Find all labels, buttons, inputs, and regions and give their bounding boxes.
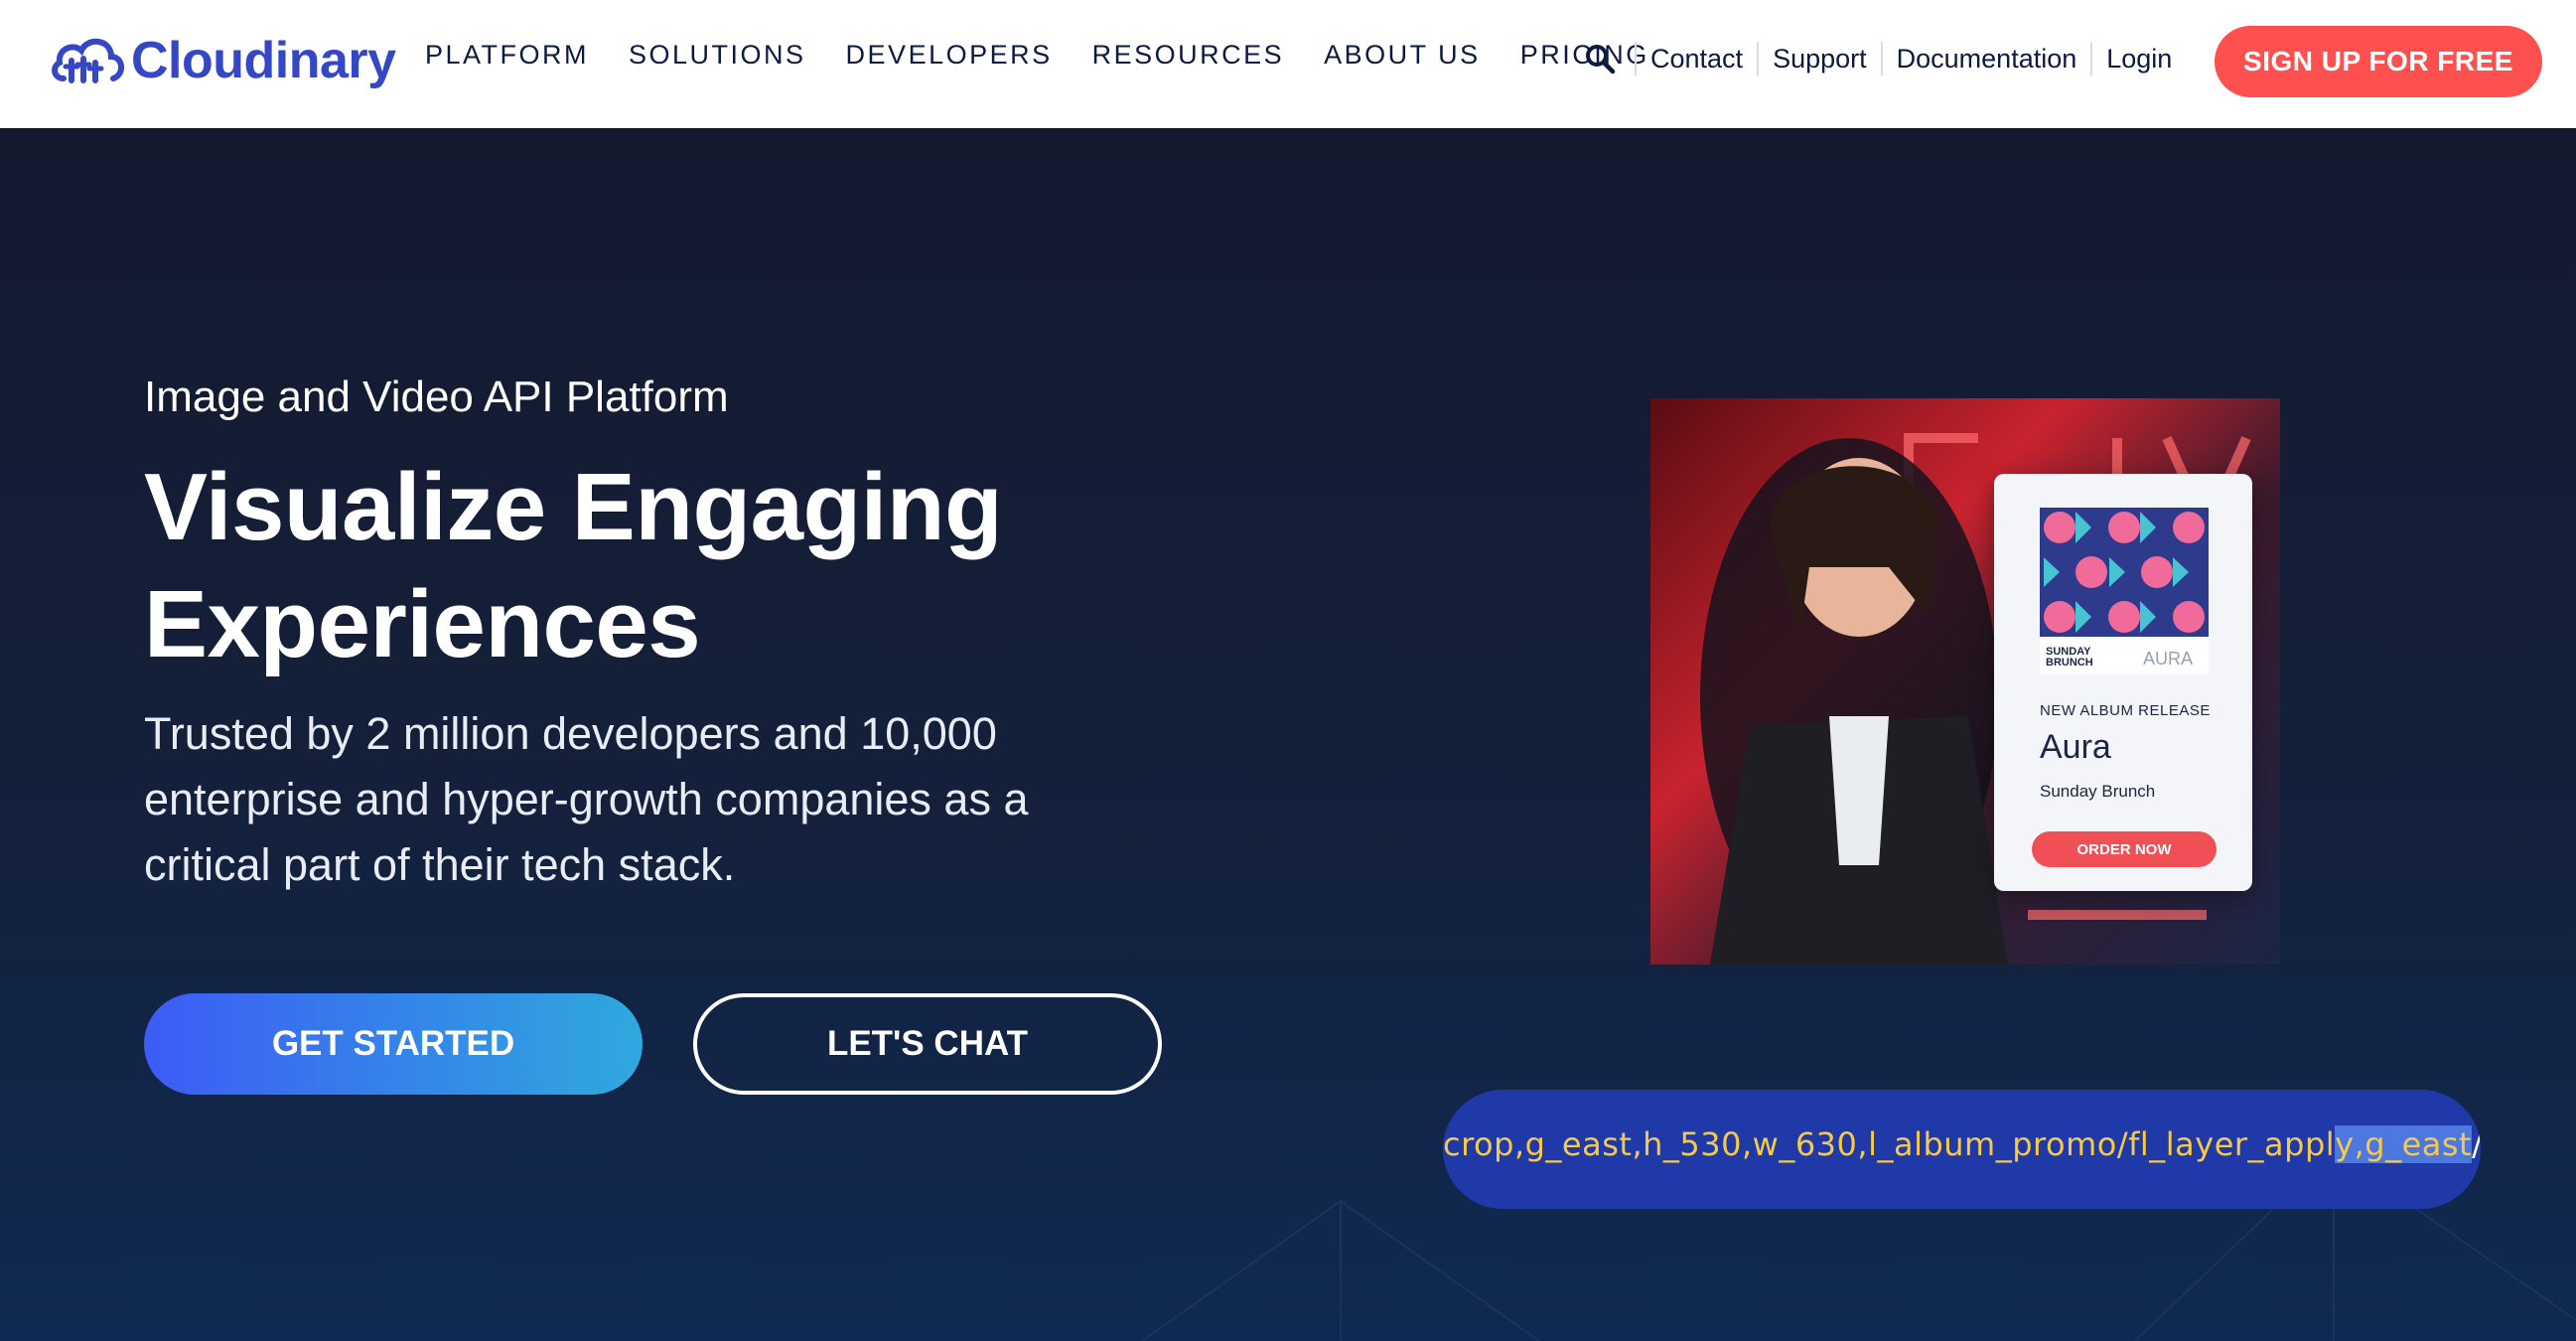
nav-about-us[interactable]: ABOUT US bbox=[1324, 40, 1481, 71]
search-icon[interactable] bbox=[1583, 42, 1617, 75]
album-release-label: NEW ALBUM RELEASE bbox=[2040, 702, 2211, 719]
album-artist: Sunday Brunch bbox=[2040, 782, 2156, 801]
order-now-button[interactable]: ORDER NOW bbox=[2032, 831, 2217, 867]
url-text-highlight: y,g_east bbox=[2335, 1125, 2473, 1163]
hero-section: Image and Video API Platform Visualize E… bbox=[0, 128, 2576, 1341]
album-promo-card: SUNDAY BRUNCH AURA NEW ALBUM RELEASE Aur… bbox=[1994, 474, 2252, 891]
album-art-tag: SUNDAY BRUNCH bbox=[2046, 646, 2093, 669]
hero-description: Trusted by 2 million developers and 10,0… bbox=[144, 708, 1029, 890]
login-link[interactable]: Login bbox=[2090, 42, 2186, 75]
nav-solutions[interactable]: SOLUTIONS bbox=[629, 40, 806, 71]
support-link[interactable]: Support bbox=[1757, 42, 1881, 75]
geometric-pattern-graphic bbox=[2040, 508, 2209, 637]
documentation-link[interactable]: Documentation bbox=[1880, 42, 2091, 75]
sign-up-button[interactable]: SIGN UP FOR FREE bbox=[2215, 26, 2542, 97]
album-art-label: AURA bbox=[2143, 649, 2194, 669]
hero-headline: Visualize Engaging Experiences bbox=[144, 454, 1003, 677]
logo[interactable]: Cloudinary bbox=[50, 24, 396, 97]
hero-eyebrow: Image and Video API Platform bbox=[144, 372, 729, 421]
hero-media-image: SUNDAY BRUNCH AURA NEW ALBUM RELEASE Aur… bbox=[1650, 398, 2280, 965]
nav-resources[interactable]: RESOURCES bbox=[1092, 40, 1285, 71]
transformation-url-bar: crop,g_east,h_530,w_630,l_album_promo/fl… bbox=[1443, 1090, 2481, 1209]
contact-link[interactable]: Contact bbox=[1635, 42, 1757, 75]
album-art: SUNDAY BRUNCH AURA bbox=[2040, 508, 2209, 674]
nav-developers[interactable]: DEVELOPERS bbox=[846, 40, 1053, 71]
site-header: Cloudinary PLATFORM SOLUTIONS DEVELOPERS… bbox=[0, 0, 2576, 128]
lets-chat-button[interactable]: LET'S CHAT bbox=[693, 993, 1162, 1095]
cloud-logo-icon bbox=[52, 39, 124, 83]
main-nav: PLATFORM SOLUTIONS DEVELOPERS RESOURCES … bbox=[425, 40, 1689, 71]
album-title: Aura bbox=[2040, 728, 2111, 766]
utility-nav: Contact Support Documentation Login bbox=[1583, 42, 2186, 75]
logo-text: Cloudinary bbox=[131, 32, 396, 89]
url-text-before: crop,g_east,h_530,w_630,l_album_promo/fl… bbox=[1443, 1125, 2336, 1163]
get-started-button[interactable]: GET STARTED bbox=[144, 993, 643, 1095]
transformation-url-text: crop,g_east,h_530,w_630,l_album_promo/fl… bbox=[1443, 1125, 2481, 1163]
nav-platform[interactable]: PLATFORM bbox=[425, 40, 589, 71]
url-text-after: /ad bbox=[2472, 1125, 2481, 1163]
